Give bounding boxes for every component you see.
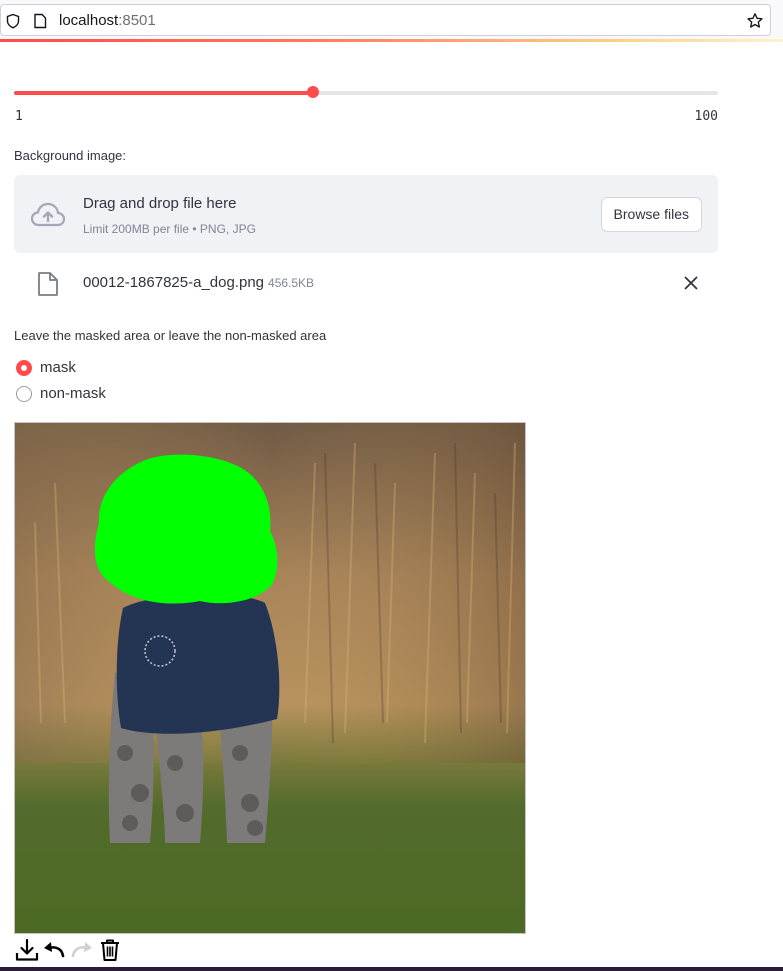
radio-mask-dot[interactable] xyxy=(16,360,32,376)
address-field[interactable]: localhost:8501 xyxy=(0,4,771,36)
slider-max-label: 100 xyxy=(694,109,718,124)
browser-url-bar: localhost:8501 xyxy=(0,0,783,40)
file-size: 456.5KB xyxy=(268,276,315,290)
mask-option-label: Leave the masked area or leave the non-m… xyxy=(14,328,327,343)
file-name: 00012-1867825-a_dog.png 456.5KB xyxy=(83,274,314,291)
background-image-label: Background image: xyxy=(14,148,127,163)
browse-files-button[interactable]: Browse files xyxy=(600,197,702,232)
cloud-upload-icon xyxy=(30,202,66,227)
slider-track[interactable] xyxy=(14,86,718,98)
slider-thumb[interactable] xyxy=(307,86,320,98)
slider-min-label: 1 xyxy=(15,109,23,124)
green-mask xyxy=(94,454,278,604)
undo-icon[interactable] xyxy=(41,937,67,963)
radio-non-mask-label: non-mask xyxy=(40,385,106,402)
bottom-border xyxy=(0,967,783,971)
radio-non-mask-dot[interactable] xyxy=(16,386,32,402)
file-dropzone[interactable]: Drag and drop file here Limit 200MB per … xyxy=(14,175,718,253)
redo-icon[interactable] xyxy=(69,937,95,963)
radio-mask-label: mask xyxy=(40,359,76,376)
url-port: :8501 xyxy=(118,12,156,29)
drop-subtitle: Limit 200MB per file • PNG, JPG xyxy=(83,222,256,236)
uploaded-file-row: 00012-1867825-a_dog.png 456.5KB xyxy=(14,266,718,302)
shield-icon[interactable] xyxy=(5,13,21,29)
background-photo xyxy=(15,423,525,933)
drawing-canvas[interactable] xyxy=(14,422,526,934)
page-icon xyxy=(34,13,47,29)
close-icon[interactable] xyxy=(682,274,700,292)
trash-icon[interactable] xyxy=(97,937,123,963)
file-icon xyxy=(38,272,58,296)
slider-fill xyxy=(14,91,314,95)
download-icon[interactable] xyxy=(14,937,40,963)
file-name-text: 00012-1867825-a_dog.png xyxy=(83,274,265,291)
bookmark-star-icon[interactable] xyxy=(746,12,764,30)
url-text: localhost:8501 xyxy=(59,12,156,29)
url-host: localhost xyxy=(59,12,119,29)
drop-title: Drag and drop file here xyxy=(83,195,237,212)
page-load-bar xyxy=(0,39,783,42)
